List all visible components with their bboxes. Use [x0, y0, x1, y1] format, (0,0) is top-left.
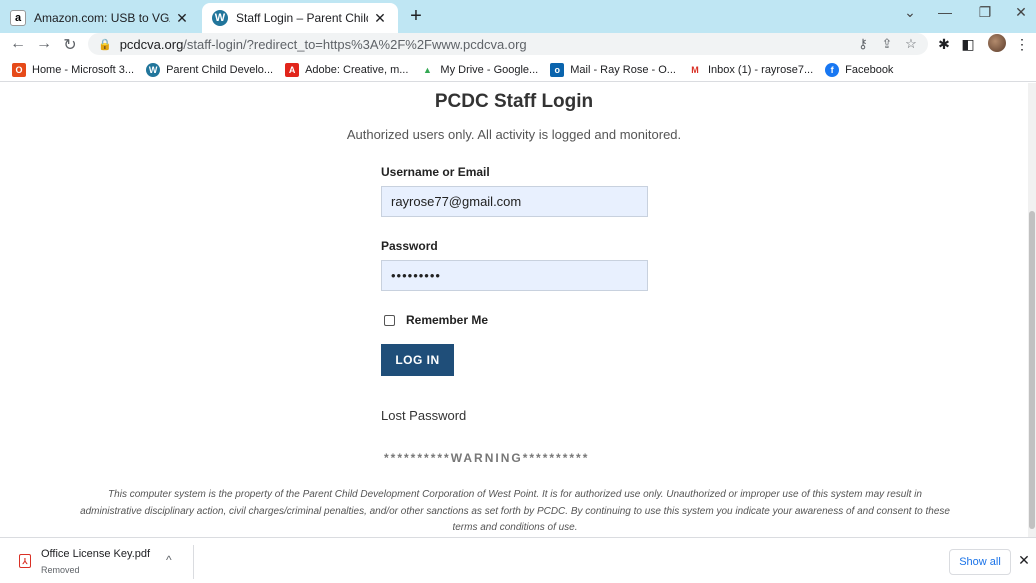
tab-close-icon[interactable]: ✕	[174, 10, 190, 27]
wordpress-icon: W	[146, 62, 161, 77]
remember-me[interactable]: Remember Me	[384, 313, 488, 327]
new-tab-icon[interactable]: +	[404, 5, 428, 28]
bookmark-label: Facebook	[845, 63, 894, 76]
menu-icon[interactable]: ⋮	[1012, 36, 1032, 53]
page-content: PCDC Staff Login Authorized users only. …	[0, 83, 1028, 537]
share-icon[interactable]: ⇪	[878, 36, 896, 52]
tab-staff-login[interactable]: W Staff Login – Parent Child Develo ✕	[202, 3, 398, 33]
address-bar[interactable]: 🔒 pcdcva.org /staff-login/?redirect_to=h…	[88, 33, 928, 55]
bookmark-label: Mail - Ray Rose - O...	[570, 63, 676, 76]
shelf-divider	[193, 545, 194, 579]
lock-icon: 🔒	[98, 38, 112, 51]
profile-avatar[interactable]	[988, 34, 1006, 52]
minimize-icon[interactable]: —	[930, 4, 960, 20]
pdf-file-icon: ⅄	[19, 554, 31, 568]
back-icon[interactable]: ←	[8, 35, 28, 53]
scrollbar-thumb[interactable]	[1029, 211, 1035, 529]
bookmark-label: Home - Microsoft 3...	[32, 63, 135, 76]
tab-title: Staff Login – Parent Child Develo	[236, 11, 368, 25]
wordpress-favicon-icon: W	[212, 10, 228, 26]
bookmark-gmail[interactable]: M Inbox (1) - rayrose7...	[687, 62, 814, 77]
bookmark-star-icon[interactable]: ☆	[902, 36, 920, 52]
page-title: PCDC Staff Login	[434, 91, 594, 112]
disclaimer-text: This computer system is the property of …	[80, 489, 950, 533]
tab-strip: a Amazon.com: USB to VGA Adapt ✕ W Staff…	[0, 0, 1036, 33]
username-field[interactable]: rayrose77@gmail.com	[381, 186, 648, 217]
chevron-up-icon[interactable]: ^	[166, 553, 172, 567]
bookmarks-bar: O Home - Microsoft 3... W Parent Child D…	[0, 58, 1036, 82]
url-domain: pcdcva.org	[119, 36, 184, 52]
tab-title: Amazon.com: USB to VGA Adapt	[34, 11, 170, 25]
bookmark-adobe[interactable]: A Adobe: Creative, m...	[285, 62, 409, 77]
bookmark-label: Inbox (1) - rayrose7...	[707, 63, 814, 76]
bookmark-pcdc[interactable]: W Parent Child Develo...	[146, 62, 274, 77]
tab-search-icon[interactable]: ⌄	[895, 4, 925, 21]
restore-icon[interactable]: ❐	[970, 4, 1000, 21]
extensions-icon[interactable]: ✱	[934, 36, 954, 53]
login-button[interactable]: LOG IN	[381, 344, 454, 376]
amazon-favicon-icon: a	[10, 10, 26, 26]
adobe-icon: A	[285, 62, 300, 77]
password-label: Password	[381, 239, 438, 253]
facebook-icon: f	[825, 62, 840, 77]
close-shelf-icon[interactable]: ✕	[1017, 552, 1031, 569]
tab-close-icon[interactable]: ✕	[372, 10, 388, 27]
bookmark-label: My Drive - Google...	[440, 63, 539, 76]
url-path: /staff-login/?redirect_to=https%3A%2F%2F…	[183, 36, 527, 52]
google-drive-icon: ▲	[420, 62, 435, 77]
warning-banner: **********WARNING**********	[384, 451, 590, 465]
bookmark-label: Parent Child Develo...	[166, 63, 274, 76]
gmail-icon: M	[687, 62, 702, 77]
download-shelf: ⅄ Office License Key.pdf Removed ^ Show …	[0, 537, 1036, 583]
page-subtitle: Authorized users only. All activity is l…	[346, 127, 682, 142]
forward-icon[interactable]: →	[34, 35, 54, 53]
key-icon[interactable]: ⚷	[854, 36, 872, 52]
office-icon: O	[12, 62, 26, 77]
outlook-icon: o	[550, 62, 565, 77]
browser-toolbar: ← → ↻ 🔒 pcdcva.org /staff-login/?redirec…	[0, 33, 1036, 57]
side-panel-icon[interactable]: ◧	[958, 36, 978, 53]
lost-password-link[interactable]: Lost Password	[381, 408, 466, 423]
show-all-button[interactable]: Show all	[949, 549, 1011, 575]
bookmark-facebook[interactable]: f Facebook	[825, 62, 894, 77]
username-label: Username or Email	[381, 165, 490, 179]
bookmark-microsoft[interactable]: O Home - Microsoft 3...	[12, 62, 135, 77]
bookmark-google-drive[interactable]: ▲ My Drive - Google...	[420, 62, 539, 77]
page-scrollbar[interactable]	[1028, 83, 1036, 537]
download-status: Removed	[41, 565, 80, 575]
remember-me-label: Remember Me	[406, 313, 489, 327]
bookmark-label: Adobe: Creative, m...	[305, 63, 409, 76]
window-close-icon[interactable]: ✕	[1006, 4, 1036, 21]
reload-icon[interactable]: ↻	[60, 35, 80, 55]
bookmark-outlook[interactable]: o Mail - Ray Rose - O...	[550, 62, 676, 77]
download-file-name[interactable]: Office License Key.pdf	[41, 548, 150, 560]
remember-me-checkbox[interactable]	[384, 314, 395, 326]
tab-amazon[interactable]: a Amazon.com: USB to VGA Adapt ✕	[0, 3, 200, 33]
password-field[interactable]: •••••••••	[381, 260, 648, 291]
